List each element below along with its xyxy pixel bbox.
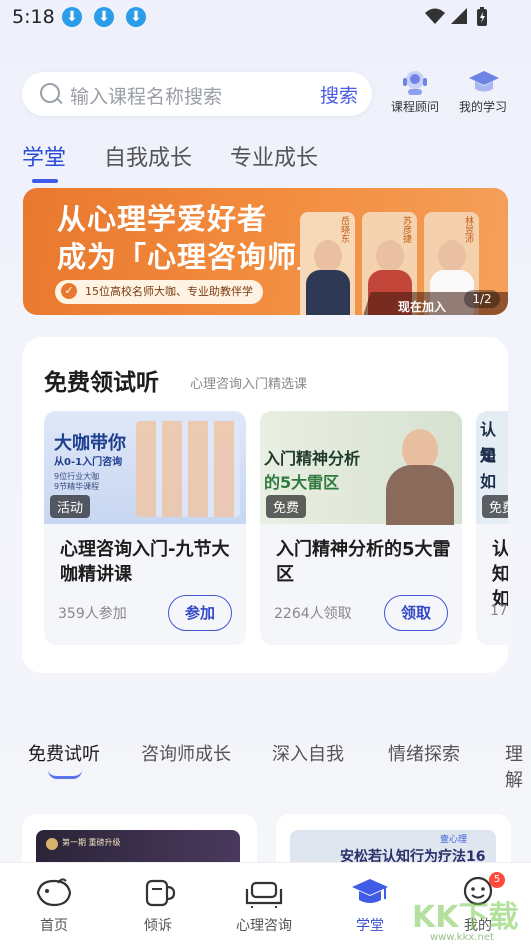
banner-page-indicator: 1/2: [464, 290, 500, 308]
download-icon: ⬇: [126, 7, 146, 27]
tab-self-growth[interactable]: 自我成长: [104, 140, 192, 172]
watermark: KK下载: [412, 900, 519, 935]
nav-talk[interactable]: 倾诉: [118, 875, 198, 935]
search-bar[interactable]: 输入课程名称搜索 搜索: [22, 72, 372, 116]
teacher-name: 苏彦捷: [401, 216, 411, 243]
nav-label: 首页: [40, 918, 68, 934]
tab-indicator: [32, 179, 58, 183]
thumb-badge: 第一期 重磅升级: [62, 838, 121, 847]
status-bar: 5:18 ⬇ ⬇ ⬇: [0, 0, 531, 36]
claim-button[interactable]: 领取: [384, 595, 448, 631]
advisor-headset-icon: [399, 68, 431, 95]
graduation-cap-icon: [467, 68, 499, 94]
search-icon: [40, 83, 60, 103]
battery-icon: [477, 7, 487, 26]
banner-pill: ✓ 15位高校名师大咖、专业助教伴学: [55, 280, 263, 304]
free-trial-section: 免费领试听 心理咨询入门精选课 大咖带你 从0-1入门咨询 9位行业大咖 9节精…: [22, 337, 508, 673]
medal-icon: [46, 838, 58, 850]
teacher-photo: 岳晓东: [300, 212, 355, 315]
graduation-cap-icon: [350, 875, 390, 909]
course-title: 心理咨询入门-九节大咖精讲课: [60, 539, 230, 585]
teacher-head: [438, 240, 466, 272]
sofa-icon: [244, 875, 284, 909]
course-count: 359人参加: [58, 606, 127, 622]
course-card[interactable]: 入门精神分析 的5大雷区 免费 入门精神分析的5大雷区 2264人领取 领取: [260, 411, 462, 645]
teacher-head: [376, 240, 404, 272]
nav-home[interactable]: 首页: [14, 875, 94, 935]
category-tab-deep-self[interactable]: 深入自我: [272, 740, 344, 766]
category-tab-indicator: [48, 770, 82, 779]
my-learning-button[interactable]: 我的学习: [448, 68, 518, 115]
thumb-subtitle: 是如: [480, 446, 497, 491]
tab-xuetang[interactable]: 学堂: [22, 140, 66, 172]
free-trial-title: 免费领试听: [44, 370, 159, 396]
course-tag: 免费: [266, 495, 307, 518]
tab-professional-growth[interactable]: 专业成长: [230, 140, 318, 172]
banner-join-label: 现在加入: [398, 300, 447, 314]
search-input[interactable]: 输入课程名称搜索: [70, 82, 222, 109]
course-advisor-button[interactable]: 课程顾问: [380, 68, 450, 115]
teacher-name: 岳晓东: [339, 216, 349, 243]
category-tab-free[interactable]: 免费试听: [28, 740, 100, 766]
nav-label: 学堂: [356, 918, 384, 934]
course-count: 17: [490, 603, 508, 619]
watermark-url: www.kkx.net: [430, 932, 494, 943]
signal-icon: [451, 8, 467, 24]
check-icon: ✓: [61, 283, 77, 299]
download-icon: ⬇: [94, 7, 114, 27]
nav-label: 倾诉: [144, 918, 172, 934]
my-learning-label: 我的学习: [458, 100, 507, 114]
category-tab-understand[interactable]: 理解: [505, 740, 531, 792]
teacher-name: 林昱沛: [463, 216, 473, 243]
category-tab-emotion[interactable]: 情绪探索: [388, 740, 460, 766]
banner-pill-text: 15位高校名师大咖、专业助教伴学: [85, 285, 253, 298]
course-card[interactable]: 大咖带你 从0-1入门咨询 9位行业大咖 9节精华课程 活动 心理咨询入门-九节…: [44, 411, 246, 645]
free-trial-subtitle: 心理咨询入门精选课: [190, 377, 308, 392]
thumb-title: 入门精神分析: [264, 449, 361, 468]
banner-title-line1: 从心理学爱好者: [57, 202, 268, 236]
nav-consult[interactable]: 心理咨询: [224, 875, 304, 935]
course-tag: 活动: [50, 495, 91, 518]
thumb-subtitle: 从0-1入门咨询: [54, 457, 123, 468]
thumb-note: 9节精华课程: [54, 482, 100, 491]
banner-title-line2: 成为「心理咨询师」: [57, 240, 328, 274]
nav-xuetang[interactable]: 学堂: [330, 875, 410, 935]
teacher-body: [306, 270, 350, 315]
join-button[interactable]: 参加: [168, 595, 232, 631]
course-count: 2264人领取: [274, 606, 352, 622]
course-card[interactable]: 认知 是如 免费 认知如 17: [476, 411, 508, 645]
status-time: 5:18: [12, 6, 55, 28]
nav-label: 心理咨询: [236, 918, 292, 934]
teacher-body: [386, 465, 454, 525]
wifi-icon: [425, 8, 445, 24]
category-tab-counselor-growth[interactable]: 咨询师成长: [141, 740, 231, 766]
thumb-title: 大咖带你: [54, 433, 126, 454]
course-title: 认知如: [492, 539, 508, 610]
course-advisor-label: 课程顾问: [390, 100, 439, 114]
promo-banner[interactable]: 从心理学爱好者 成为「心理咨询师」 ✓ 15位高校名师大咖、专业助教伴学 岳晓东…: [23, 188, 508, 315]
course-tag: 免费: [482, 495, 508, 518]
thumb-logo: 壹心理: [440, 835, 468, 845]
download-icon: ⬇: [62, 7, 82, 27]
teacher-grid: [136, 421, 240, 517]
tea-cup-icon: [138, 875, 178, 909]
course-title: 入门精神分析的5大雷区: [276, 539, 451, 585]
thumb-subtitle: 的5大雷区: [264, 473, 340, 492]
whale-home-icon: [34, 875, 74, 909]
notification-badge: 5: [489, 872, 505, 888]
teacher-head: [314, 240, 342, 272]
search-button[interactable]: 搜索: [320, 81, 358, 108]
